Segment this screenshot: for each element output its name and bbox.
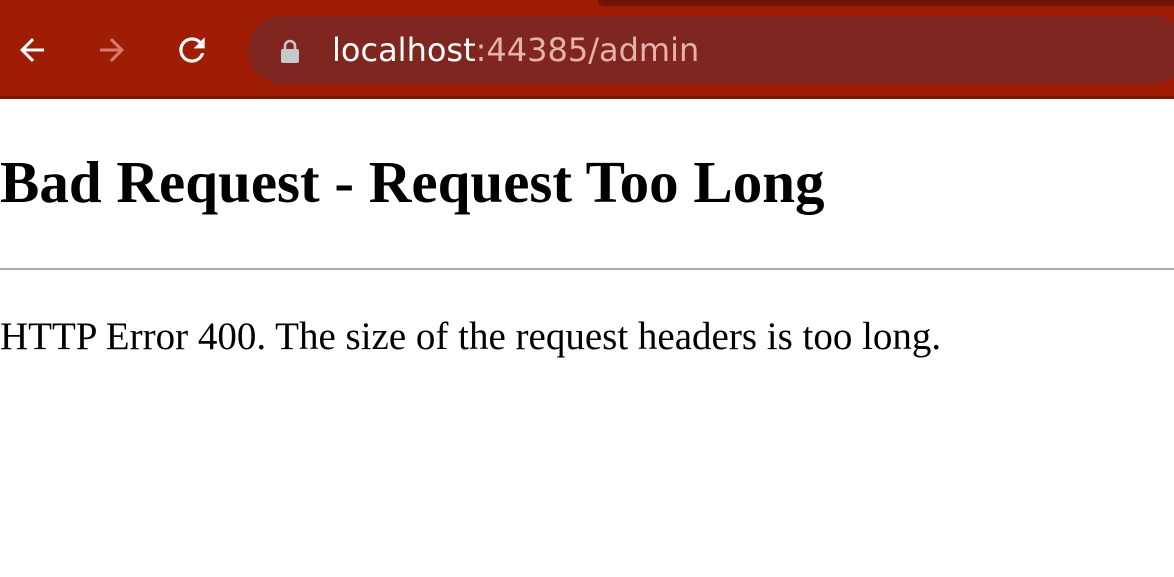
error-message: HTTP Error 400. The size of the request … bbox=[0, 315, 942, 358]
address-bar[interactable]: localhost:44385/admin bbox=[248, 16, 1174, 84]
divider bbox=[0, 268, 1174, 270]
tab-strip-edge bbox=[598, 0, 1174, 6]
page-title: Bad Request - Request Too Long bbox=[0, 149, 825, 215]
lock-icon[interactable] bbox=[278, 38, 302, 64]
reload-button[interactable] bbox=[170, 28, 214, 72]
url-path: :44385/admin bbox=[475, 31, 700, 69]
url-host: localhost bbox=[332, 31, 476, 69]
forward-button[interactable] bbox=[90, 28, 134, 72]
arrow-right-icon bbox=[94, 32, 130, 68]
reload-icon bbox=[173, 31, 211, 69]
arrow-left-icon bbox=[14, 32, 50, 68]
back-button[interactable] bbox=[10, 28, 54, 72]
url-text[interactable]: localhost:44385/admin bbox=[332, 30, 699, 70]
browser-toolbar: localhost:44385/admin bbox=[0, 0, 1174, 99]
